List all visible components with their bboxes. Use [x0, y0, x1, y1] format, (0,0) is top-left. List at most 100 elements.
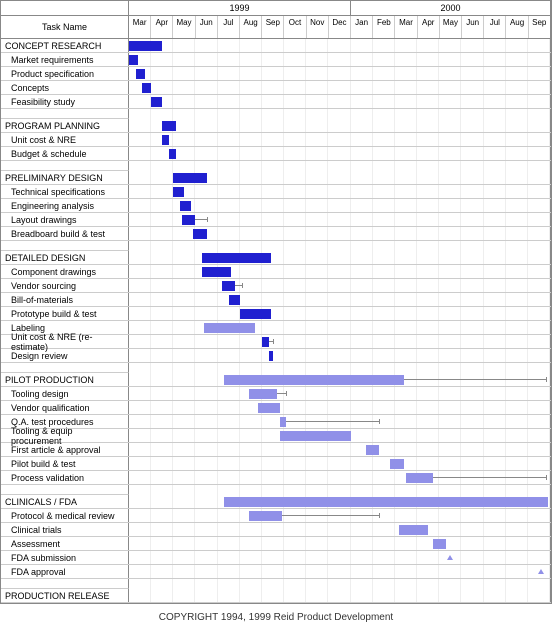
task-label	[1, 363, 129, 373]
gantt-row: Breadboard build & test	[1, 227, 551, 241]
gantt-bar	[240, 309, 271, 319]
chart-area	[129, 321, 551, 334]
month-label: Jul	[484, 16, 506, 38]
task-label	[1, 241, 129, 251]
task-label: Bill-of-materials	[1, 293, 129, 306]
gantt-row: PROGRAM PLANNING	[1, 119, 551, 133]
task-label	[1, 109, 129, 119]
gantt-row: Vendor qualification	[1, 401, 551, 415]
gantt-row: PRODUCTION RELEASE	[1, 589, 551, 603]
task-label: PRODUCTION RELEASE	[1, 589, 129, 602]
gantt-row: FDA submission	[1, 551, 551, 565]
gantt-bar	[229, 295, 240, 305]
month-label: Apr	[418, 16, 440, 38]
chart-area	[129, 537, 551, 550]
chart-area	[129, 509, 551, 522]
gantt-bar	[169, 149, 176, 159]
gantt-row: Feasibility study	[1, 95, 551, 109]
spacer-row	[1, 109, 551, 119]
month-label: Sep	[529, 16, 551, 38]
chart-area	[129, 495, 551, 508]
task-label: FDA approval	[1, 565, 129, 578]
chart-area	[129, 227, 551, 240]
chart-area	[129, 457, 551, 470]
month-label: Jul	[218, 16, 240, 38]
gantt-row: Budget & schedule	[1, 147, 551, 161]
task-label: Tooling & equip procurement	[1, 429, 129, 442]
month-label: Nov	[307, 16, 329, 38]
chart-area	[129, 109, 551, 119]
month-label: May	[440, 16, 462, 38]
gantt-row: PRELIMINARY DESIGN	[1, 171, 551, 185]
spacer-row	[1, 161, 551, 171]
task-label: Design review	[1, 349, 129, 362]
gantt-bar	[182, 215, 195, 225]
gantt-row: Tooling & equip procurement	[1, 429, 551, 443]
task-label: Prototype build & test	[1, 307, 129, 320]
month-label: Mar	[129, 16, 151, 38]
task-name-header-label: Task Name	[1, 16, 129, 38]
spacer-row	[1, 241, 551, 251]
task-label: Concepts	[1, 81, 129, 94]
gantt-bar	[258, 403, 280, 413]
month-label: Aug	[506, 16, 528, 38]
gantt-bar	[224, 375, 403, 385]
gantt-chart: 19992000 Task Name MarAprMayJunJulAugSep…	[0, 0, 552, 604]
chart-area	[129, 307, 551, 320]
gantt-bar	[249, 511, 282, 521]
task-label: Vendor sourcing	[1, 279, 129, 292]
chart-area	[129, 95, 551, 108]
gantt-whisker	[282, 515, 379, 516]
gantt-row: Tooling design	[1, 387, 551, 401]
chart-area	[129, 589, 551, 602]
task-label: Technical specifications	[1, 185, 129, 198]
month-label: Jun	[462, 16, 484, 38]
task-label: PROGRAM PLANNING	[1, 119, 129, 132]
milestone-marker	[538, 569, 544, 574]
task-label: CONCEPT RESEARCH	[1, 39, 129, 52]
gantt-bar	[173, 173, 206, 183]
gantt-row: Vendor sourcing	[1, 279, 551, 293]
task-label: DETAILED DESIGN	[1, 251, 129, 264]
chart-area	[129, 185, 551, 198]
task-label: First article & approval	[1, 443, 129, 456]
spacer-row	[1, 485, 551, 495]
chart-area	[129, 579, 551, 589]
gantt-whisker	[277, 393, 286, 394]
gantt-row: First article & approval	[1, 443, 551, 457]
gantt-row: Unit cost & NRE (re-estimate)	[1, 335, 551, 349]
gantt-row: Assessment	[1, 537, 551, 551]
task-label	[1, 161, 129, 171]
task-label	[1, 579, 129, 589]
gantt-bar	[249, 389, 278, 399]
chart-area	[129, 335, 551, 348]
year-label: 1999	[129, 1, 351, 15]
chart-area	[129, 415, 551, 428]
task-label: Unit cost & NRE (re-estimate)	[1, 335, 129, 348]
chart-area	[129, 349, 551, 362]
gantt-row: Component drawings	[1, 265, 551, 279]
task-label: Component drawings	[1, 265, 129, 278]
chart-area	[129, 471, 551, 484]
gantt-row: Unit cost & NRE	[1, 133, 551, 147]
gantt-row: Design review	[1, 349, 551, 363]
chart-area	[129, 81, 551, 94]
gantt-row: CLINICALS / FDA	[1, 495, 551, 509]
month-label: Aug	[240, 16, 262, 38]
gantt-bar	[222, 281, 235, 291]
gantt-bar	[366, 445, 379, 455]
chart-area	[129, 387, 551, 400]
gantt-bar	[151, 97, 162, 107]
chart-area	[129, 147, 551, 160]
gantt-bar	[129, 55, 138, 65]
gantt-bar	[202, 253, 271, 263]
month-label: Apr	[151, 16, 173, 38]
chart-area	[129, 53, 551, 66]
task-label: CLINICALS / FDA	[1, 495, 129, 508]
gantt-row: PILOT PRODUCTION	[1, 373, 551, 387]
gantt-bar	[204, 323, 255, 333]
month-label: Feb	[373, 16, 395, 38]
chart-area	[129, 565, 551, 578]
month-label: Sep	[262, 16, 284, 38]
chart-area	[129, 443, 551, 456]
